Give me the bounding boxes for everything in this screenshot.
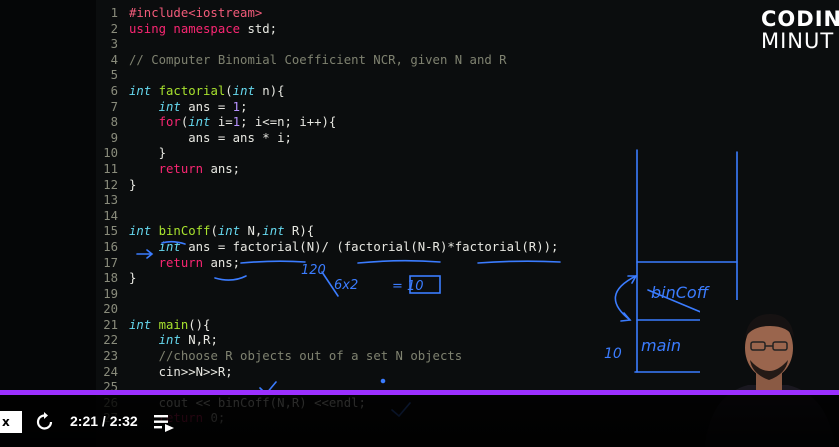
annotation-120: 120: [301, 263, 326, 278]
annotation-eq-10: = 10: [392, 279, 424, 294]
player-controls: x 2:21 / 2:32: [0, 395, 839, 447]
playback-time: 2:21 / 2:32: [70, 413, 138, 429]
close-button[interactable]: x: [0, 411, 22, 433]
pointer-arrow-icon: [136, 249, 154, 259]
stack-frame-main: main: [641, 336, 681, 355]
replay-icon[interactable]: [34, 411, 56, 433]
annotation-side-10: 10: [604, 346, 622, 362]
playlist-icon[interactable]: [153, 412, 175, 434]
annotation-6x2: 6x2: [334, 278, 358, 293]
